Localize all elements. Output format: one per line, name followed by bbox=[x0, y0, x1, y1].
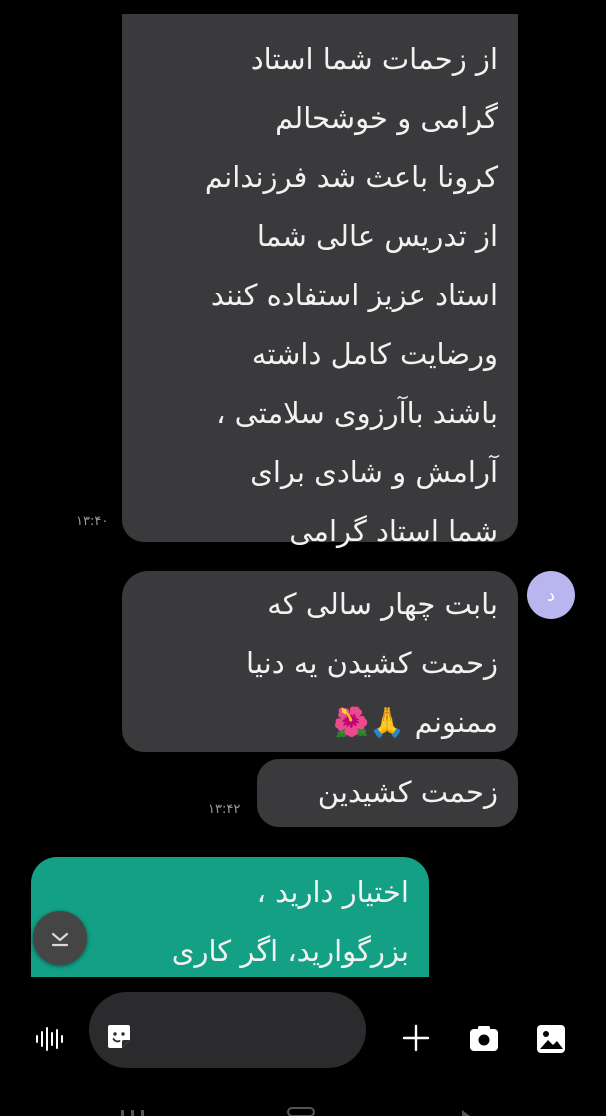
voice-icon[interactable] bbox=[30, 1020, 68, 1058]
message-line: استاد عزیز استفاده کنند bbox=[210, 278, 498, 312]
chevron-down-icon bbox=[51, 932, 69, 947]
message-line: از تدریس عالی شما bbox=[256, 219, 498, 253]
message-line: شما استاد گرامی bbox=[289, 514, 498, 548]
camera-icon[interactable] bbox=[465, 1020, 503, 1058]
add-icon[interactable] bbox=[398, 1020, 434, 1056]
message-line: آرامش و شادی برای bbox=[250, 455, 498, 489]
system-nav-bar bbox=[0, 1098, 606, 1116]
message-timestamp: ۱۳:۴۰ bbox=[76, 514, 109, 529]
avatar-letter: د bbox=[546, 584, 555, 606]
message-line: باشند باآرزوی سلامتی ، bbox=[216, 396, 498, 430]
message-bubble-outgoing[interactable]: اختیار دارید ، بزرگوارید، اگر کاری bbox=[31, 857, 429, 977]
sticker-icon[interactable] bbox=[102, 1020, 136, 1054]
message-timestamp: ۱۳:۴۲ bbox=[208, 802, 241, 817]
message-line: گرامی و خوشحالم bbox=[275, 101, 498, 135]
message-line: کرونا باعث شد فرزندانم bbox=[204, 160, 498, 194]
message-line: زحمت کشیدین bbox=[317, 775, 498, 809]
message-line: ورضایت کامل داشته bbox=[251, 337, 498, 371]
avatar[interactable]: د bbox=[527, 571, 575, 619]
message-bubble-incoming[interactable]: زحمت کشیدین bbox=[257, 759, 518, 827]
message-line: ممنونم 🙏🌺 bbox=[333, 705, 498, 739]
message-line: بابت چهار سالی که bbox=[267, 587, 498, 621]
chat-screen: از زحمات شما استاد گرامی و خوشحالم کرونا… bbox=[0, 0, 606, 1116]
message-line: از زحمات شما استاد bbox=[250, 42, 498, 76]
message-line: زحمت کشیدن یه دنیا bbox=[246, 646, 498, 680]
message-line: اختیار دارید ، bbox=[256, 875, 409, 909]
scroll-to-bottom-button[interactable] bbox=[33, 911, 87, 965]
message-bubble-incoming[interactable]: بابت چهار سالی که زحمت کشیدن یه دنیا ممن… bbox=[122, 571, 518, 752]
gallery-icon[interactable] bbox=[532, 1020, 570, 1058]
message-line: بزرگوارید، اگر کاری bbox=[171, 934, 409, 968]
message-bubble-incoming[interactable]: از زحمات شما استاد گرامی و خوشحالم کرونا… bbox=[122, 14, 518, 548]
